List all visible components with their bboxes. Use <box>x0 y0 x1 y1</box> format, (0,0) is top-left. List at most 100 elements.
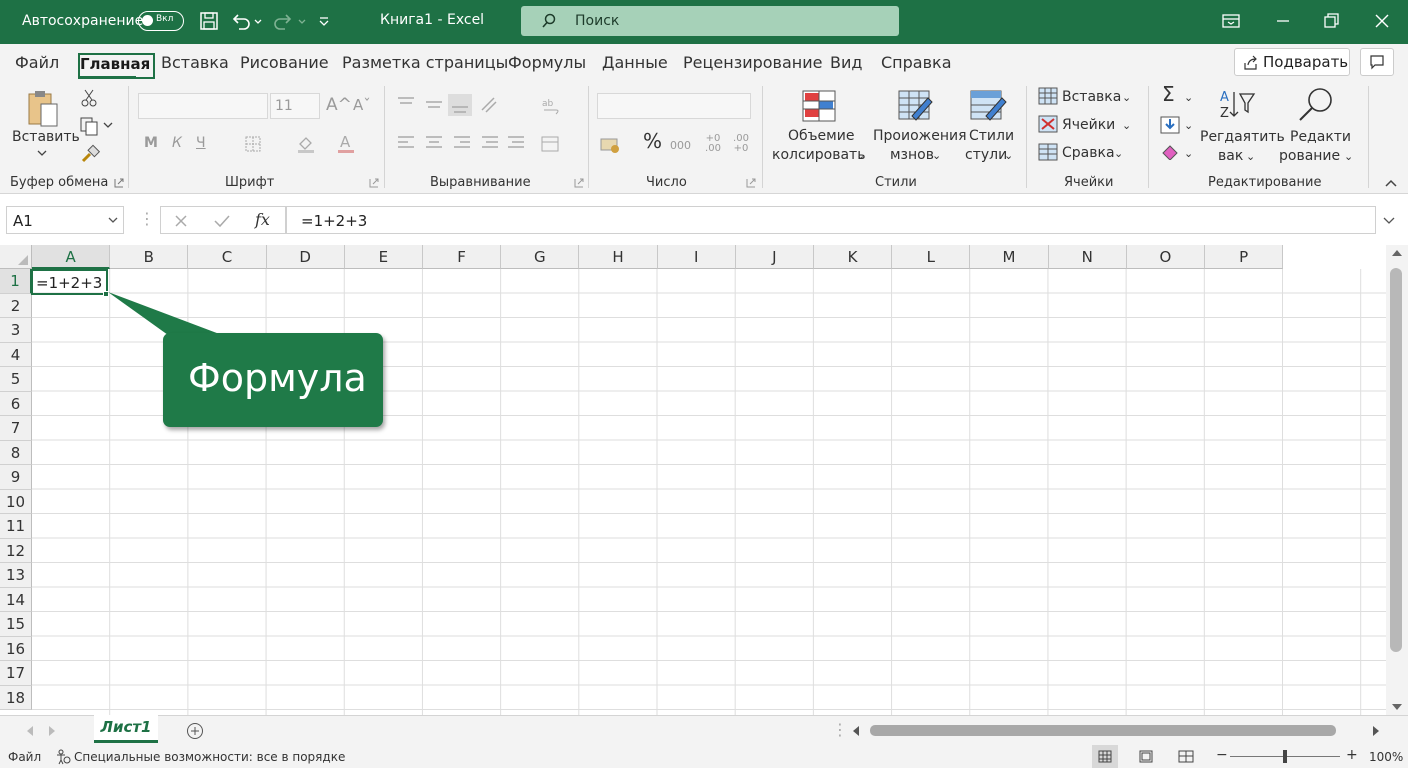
column-header[interactable]: E <box>344 245 423 269</box>
row-header[interactable]: 12 <box>0 538 32 563</box>
column-header[interactable]: K <box>814 245 893 269</box>
search-box[interactable]: Поиск <box>521 6 899 36</box>
tab-formulas[interactable]: Формулы <box>508 53 586 72</box>
row-header[interactable]: 1 <box>0 269 32 294</box>
save-icon[interactable] <box>198 10 220 32</box>
sort-filter-icon[interactable]: AZ <box>1220 88 1256 120</box>
delete-cells-label[interactable]: Ячейки <box>1062 116 1115 135</box>
vertical-align-icons[interactable] <box>396 94 526 116</box>
chevron-down-icon[interactable]: ⌄ <box>856 146 865 165</box>
customize-qat-icon[interactable] <box>316 10 332 32</box>
normal-view-button[interactable] <box>1092 745 1118 768</box>
tab-page-layout[interactable]: Разметка страницы <box>342 53 508 72</box>
comments-button[interactable] <box>1360 48 1394 76</box>
format-as-table-label-2[interactable]: мзнов <box>890 146 934 165</box>
row-header[interactable]: 13 <box>0 563 32 588</box>
comma-style-button[interactable]: 000 <box>670 136 691 155</box>
delete-cells-icon[interactable] <box>1038 115 1058 133</box>
chevron-down-icon[interactable]: ⌄ <box>1184 88 1193 107</box>
row-header[interactable]: 9 <box>0 465 32 490</box>
row-header[interactable]: 5 <box>0 367 32 392</box>
find-select-label-1[interactable]: Редакти <box>1290 128 1351 147</box>
scroll-right-icon[interactable] <box>1372 726 1380 736</box>
borders-icon[interactable] <box>244 135 262 153</box>
find-select-icon[interactable] <box>1296 86 1336 122</box>
column-header[interactable]: G <box>501 245 580 269</box>
column-header[interactable]: H <box>579 245 658 269</box>
chevron-down-icon[interactable]: ⌄ <box>1114 144 1123 163</box>
horizontal-scroll-thumb[interactable] <box>870 725 1336 736</box>
row-header[interactable]: 18 <box>0 685 32 710</box>
tab-draw[interactable]: Рисование <box>240 53 329 72</box>
format-cells-label[interactable]: Сравка <box>1062 144 1115 163</box>
zoom-in-button[interactable]: + <box>1346 747 1358 763</box>
chevron-down-icon[interactable]: ⌄ <box>1004 146 1013 165</box>
accessibility-status[interactable]: Специальные возможности: все в порядке <box>74 750 345 764</box>
select-all-button[interactable] <box>0 245 32 269</box>
share-button[interactable]: Подварать <box>1234 48 1350 76</box>
chevron-down-icon[interactable]: ⌄ <box>1184 144 1193 163</box>
row-header[interactable]: 16 <box>0 636 32 661</box>
column-header[interactable]: L <box>892 245 971 269</box>
vertical-scroll-thumb[interactable] <box>1390 268 1402 652</box>
page-layout-view-icon[interactable] <box>1139 750 1153 763</box>
copy-icon[interactable] <box>79 116 99 136</box>
conditional-formatting-icon[interactable] <box>802 90 836 122</box>
clear-icon[interactable] <box>1160 142 1182 160</box>
underline-button[interactable]: Ч <box>196 134 206 153</box>
minimize-icon[interactable] <box>1272 10 1294 32</box>
fill-color-icon[interactable] <box>296 134 316 154</box>
grow-font-icon[interactable]: A^ <box>326 96 352 115</box>
insert-cells-label[interactable]: Вставка <box>1062 88 1121 107</box>
column-header[interactable]: M <box>970 245 1049 269</box>
zoom-level[interactable]: 100% <box>1369 750 1403 764</box>
bold-button[interactable]: М <box>144 134 158 153</box>
row-header[interactable]: 7 <box>0 416 32 441</box>
chevron-down-icon[interactable]: ⌄ <box>1122 88 1131 107</box>
add-sheet-icon[interactable] <box>186 722 204 740</box>
close-icon[interactable] <box>1371 10 1393 32</box>
tab-review[interactable]: Рецензирование <box>683 53 822 72</box>
font-launcher-icon[interactable] <box>369 178 379 188</box>
row-header[interactable]: 14 <box>0 587 32 612</box>
font-size-box[interactable]: 11 <box>270 93 320 119</box>
accounting-format-icon[interactable] <box>600 136 622 154</box>
zoom-slider-thumb[interactable] <box>1283 750 1287 763</box>
row-header[interactable]: 2 <box>0 293 32 318</box>
tab-insert[interactable]: Вставка <box>161 53 229 72</box>
paste-dropdown-icon[interactable] <box>36 148 48 158</box>
chevron-down-icon[interactable]: ⌄ <box>1122 116 1131 135</box>
format-painter-icon[interactable] <box>80 144 100 164</box>
fill-icon[interactable] <box>1160 116 1182 134</box>
conditional-formatting-label-2[interactable]: колсировать <box>772 146 865 165</box>
percent-button[interactable]: % <box>643 131 662 151</box>
clipboard-launcher-icon[interactable] <box>114 178 124 188</box>
collapse-ribbon-icon[interactable] <box>1384 178 1398 188</box>
column-header[interactable]: I <box>657 245 736 269</box>
copy-dropdown-icon[interactable] <box>102 120 114 130</box>
accessibility-icon[interactable] <box>55 749 71 765</box>
cell-styles-label-2[interactable]: стули <box>965 146 1007 165</box>
tab-view[interactable]: Вид <box>830 53 862 72</box>
row-header[interactable]: 3 <box>0 318 32 343</box>
row-header[interactable]: 6 <box>0 391 32 416</box>
row-header[interactable]: 15 <box>0 612 32 637</box>
alignment-launcher-icon[interactable] <box>574 178 584 188</box>
column-header[interactable]: A <box>32 245 111 269</box>
decrease-decimal-button[interactable]: .00 +0 <box>730 134 752 154</box>
font-color-icon[interactable]: A <box>336 133 356 155</box>
prev-sheet-icon[interactable] <box>26 726 34 736</box>
paste-icon[interactable] <box>25 88 61 128</box>
italic-button[interactable]: К <box>172 134 182 153</box>
number-launcher-icon[interactable] <box>746 178 756 188</box>
tab-file[interactable]: Файл <box>15 53 59 72</box>
split-handle-icon[interactable]: ⋮ <box>832 720 848 739</box>
row-header[interactable]: 8 <box>0 440 32 465</box>
tab-help[interactable]: Справка <box>881 53 952 72</box>
restore-icon[interactable] <box>1320 10 1342 32</box>
format-as-table-icon[interactable] <box>898 90 934 124</box>
row-header[interactable]: 11 <box>0 514 32 539</box>
active-cell-a1[interactable]: =1+2+3 <box>31 269 108 295</box>
sort-filter-label-2[interactable]: вак <box>1218 147 1243 166</box>
conditional-formatting-label-1[interactable]: Объемие <box>788 127 854 146</box>
